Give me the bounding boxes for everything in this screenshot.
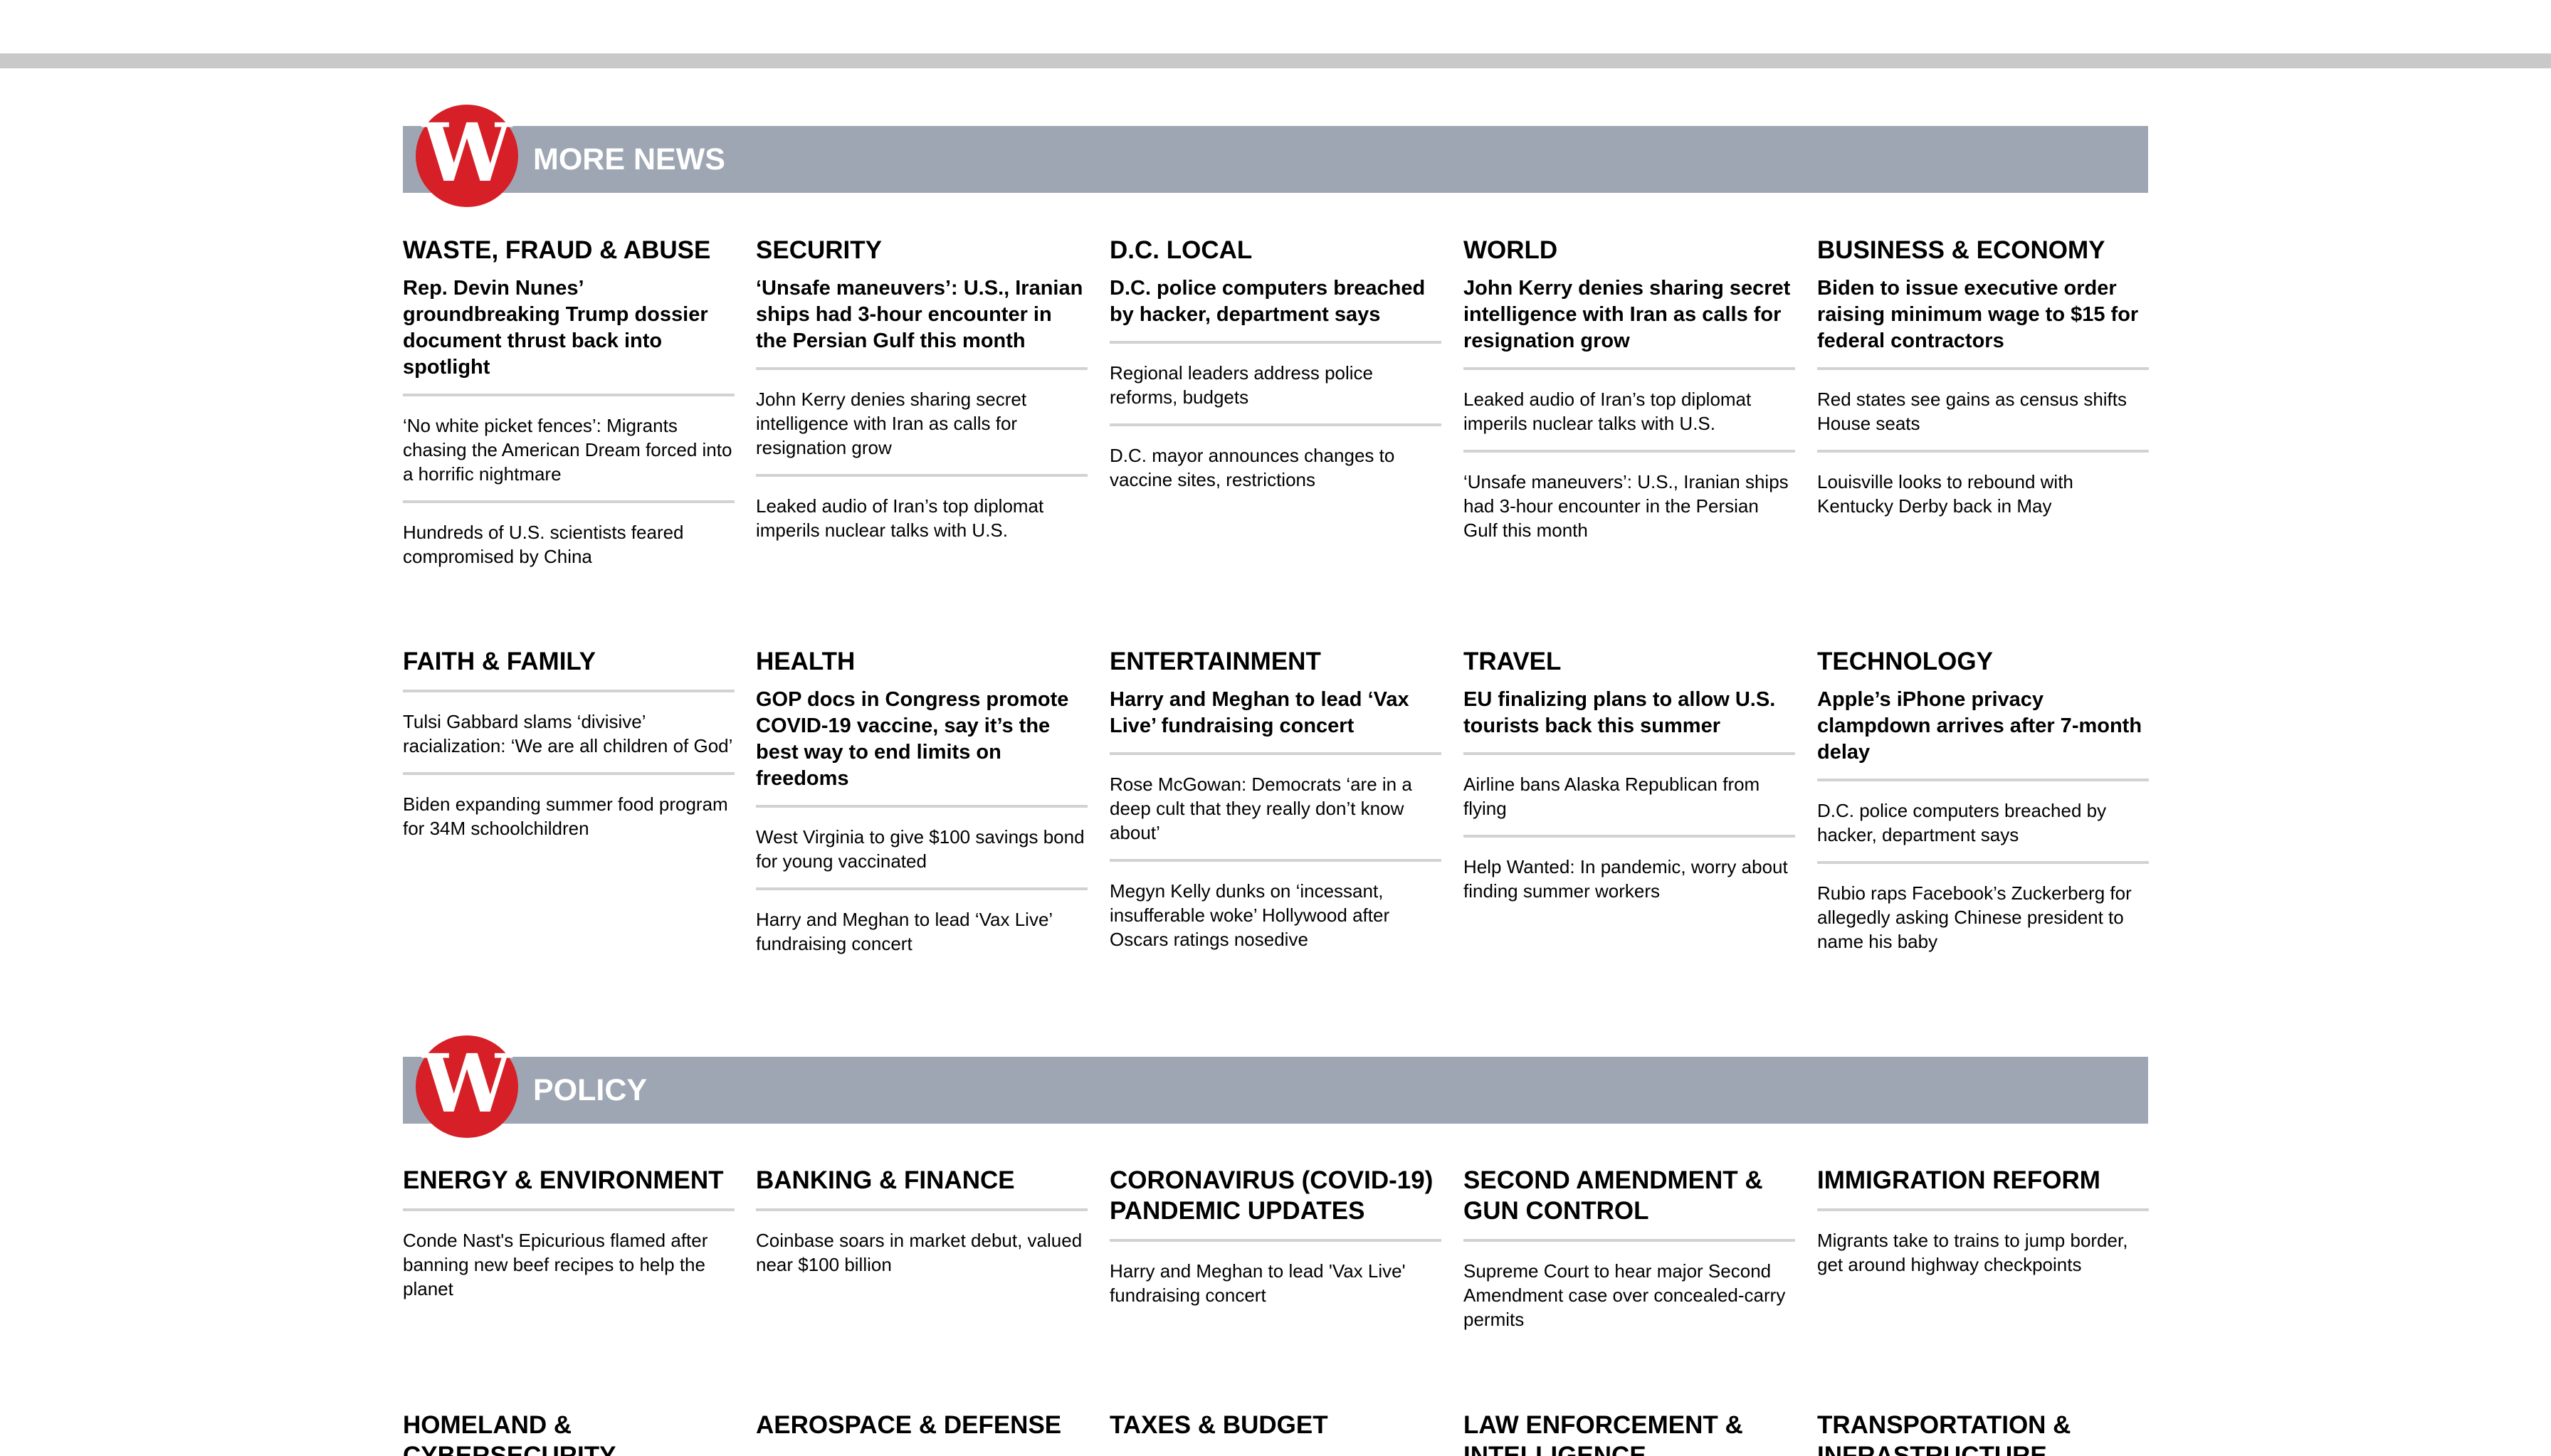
- category-link[interactable]: BANKING & FINANCE: [756, 1165, 1088, 1211]
- news-column-security: SECURITY ‘Unsafe maneuvers’: U.S., Irani…: [756, 235, 1088, 556]
- category-link[interactable]: HEALTH: [756, 646, 1088, 677]
- headline-item[interactable]: Airline bans Alaska Republican from flyi…: [1463, 755, 1795, 838]
- headline-item[interactable]: West Virginia to give $100 savings bond …: [756, 808, 1088, 890]
- headline-item[interactable]: Louisville looks to rebound with Kentuck…: [1817, 453, 2149, 532]
- logo-letter: W: [422, 107, 512, 200]
- headline-item[interactable]: Regional leaders address police reforms,…: [1110, 344, 1441, 426]
- headline-item[interactable]: Rubio raps Facebook’s Zuckerberg for all…: [1817, 864, 2149, 968]
- policy-column-second-amendment: SECOND AMENDMENT & GUN CONTROL Supreme C…: [1463, 1165, 1795, 1346]
- category-link[interactable]: TAXES & BUDGET: [1110, 1410, 1441, 1440]
- category-link[interactable]: TRAVEL: [1463, 646, 1795, 677]
- policy-column-taxes: TAXES & BUDGET: [1110, 1410, 1441, 1440]
- section-title: MORE NEWS: [533, 142, 725, 176]
- headline-item[interactable]: Harry and Meghan to lead ‘Vax Live’ fund…: [756, 890, 1088, 970]
- category-link[interactable]: WORLD: [1463, 235, 1795, 265]
- headline-item[interactable]: Leaked audio of Iran’s top diplomat impe…: [1463, 370, 1795, 453]
- policy-column-law-enforcement: LAW ENFORCEMENT & INTELLIGENCE: [1463, 1410, 1795, 1456]
- headline-item[interactable]: John Kerry denies sharing secret intelli…: [756, 370, 1088, 477]
- category-link[interactable]: WASTE, FRAUD & ABUSE: [403, 235, 735, 265]
- headline-item[interactable]: Biden expanding summer food program for …: [403, 775, 735, 855]
- category-link[interactable]: TRANSPORTATION & INFRASTRUCTURE: [1817, 1410, 2149, 1456]
- news-column-dc-local: D.C. LOCAL D.C. police computers breache…: [1110, 235, 1441, 506]
- lead-headline[interactable]: EU finalizing plans to allow U.S. touris…: [1463, 687, 1795, 755]
- headline-item[interactable]: Harry and Meghan to lead 'Vax Live' fund…: [1110, 1242, 1441, 1322]
- category-link[interactable]: TECHNOLOGY: [1817, 646, 2149, 677]
- category-link[interactable]: FAITH & FAMILY: [403, 646, 735, 692]
- headline-item[interactable]: Megyn Kelly dunks on ‘incessant, insuffe…: [1110, 862, 1441, 966]
- news-column-world: WORLD John Kerry denies sharing secret i…: [1463, 235, 1795, 556]
- headline-item[interactable]: ‘No white picket fences’: Migrants chasi…: [403, 396, 735, 503]
- lead-headline[interactable]: Apple’s iPhone privacy clampdown arrives…: [1817, 687, 2149, 781]
- category-link[interactable]: LAW ENFORCEMENT & INTELLIGENCE: [1463, 1410, 1795, 1456]
- headline-item[interactable]: Leaked audio of Iran’s top diplomat impe…: [756, 477, 1088, 556]
- category-link[interactable]: ENTERTAINMENT: [1110, 646, 1441, 677]
- news-column-technology: TECHNOLOGY Apple’s iPhone privacy clampd…: [1817, 646, 2149, 968]
- lead-headline[interactable]: GOP docs in Congress promote COVID-19 va…: [756, 687, 1088, 808]
- category-link[interactable]: D.C. LOCAL: [1110, 235, 1441, 265]
- section-title: POLICY: [533, 1073, 648, 1107]
- news-column-waste: WASTE, FRAUD & ABUSE Rep. Devin Nunes’ g…: [403, 235, 735, 583]
- headline-item[interactable]: Conde Nast's Epicurious flamed after ban…: [403, 1211, 735, 1315]
- washington-times-logo[interactable]: W: [416, 105, 518, 207]
- headline-item[interactable]: Rose McGowan: Democrats ‘are in a deep c…: [1110, 755, 1441, 862]
- headline-item[interactable]: Red states see gains as census shifts Ho…: [1817, 370, 2149, 453]
- headline-item[interactable]: D.C. police computers breached by hacker…: [1817, 781, 2149, 864]
- headline-item[interactable]: Help Wanted: In pandemic, worry about fi…: [1463, 838, 1795, 917]
- category-link[interactable]: SECOND AMENDMENT & GUN CONTROL: [1463, 1165, 1795, 1242]
- headline-item[interactable]: Tulsi Gabbard slams ‘divisive’ racializa…: [403, 692, 735, 775]
- more-news-header: W MORE NEWS: [403, 105, 2148, 207]
- lead-headline[interactable]: Biden to issue executive order raising m…: [1817, 275, 2149, 370]
- news-column-entertainment: ENTERTAINMENT Harry and Meghan to lead ‘…: [1110, 646, 1441, 966]
- category-link[interactable]: AEROSPACE & DEFENSE: [756, 1410, 1088, 1440]
- headline-item[interactable]: Hundreds of U.S. scientists feared compr…: [403, 503, 735, 583]
- policy-column-aerospace: AEROSPACE & DEFENSE: [756, 1410, 1088, 1440]
- news-column-health: HEALTH GOP docs in Congress promote COVI…: [756, 646, 1088, 970]
- policy-column-coronavirus: CORONAVIRUS (COVID-19) PANDEMIC UPDATES …: [1110, 1165, 1441, 1322]
- logo-letter: W: [422, 1038, 512, 1131]
- headline-item[interactable]: Supreme Court to hear major Second Amend…: [1463, 1242, 1795, 1346]
- category-link[interactable]: HOMELAND & CYBERSECURITY: [403, 1410, 735, 1456]
- category-link[interactable]: SECURITY: [756, 235, 1088, 265]
- category-link[interactable]: ENERGY & ENVIRONMENT: [403, 1165, 735, 1211]
- lead-headline[interactable]: ‘Unsafe maneuvers’: U.S., Iranian ships …: [756, 275, 1088, 370]
- lead-headline[interactable]: Rep. Devin Nunes’ groundbreaking Trump d…: [403, 275, 735, 396]
- category-link[interactable]: CORONAVIRUS (COVID-19) PANDEMIC UPDATES: [1110, 1165, 1441, 1242]
- washington-times-logo[interactable]: W: [416, 1035, 518, 1138]
- top-divider-bar: [0, 53, 2551, 68]
- policy-header: W POLICY: [403, 1035, 2148, 1138]
- headline-item[interactable]: ‘Unsafe maneuvers’: U.S., Iranian ships …: [1463, 453, 1795, 556]
- lead-headline[interactable]: D.C. police computers breached by hacker…: [1110, 275, 1441, 344]
- policy-column-banking: BANKING & FINANCE Coinbase soars in mark…: [756, 1165, 1088, 1291]
- headline-item[interactable]: D.C. mayor announces changes to vaccine …: [1110, 426, 1441, 506]
- category-link[interactable]: BUSINESS & ECONOMY: [1817, 235, 2149, 265]
- headline-item[interactable]: Migrants take to trains to jump border, …: [1817, 1211, 2149, 1291]
- headline-item[interactable]: Coinbase soars in market debut, valued n…: [756, 1211, 1088, 1291]
- policy-column-homeland: HOMELAND & CYBERSECURITY: [403, 1410, 735, 1456]
- policy-column-energy: ENERGY & ENVIRONMENT Conde Nast's Epicur…: [403, 1165, 735, 1315]
- news-column-faith-family: FAITH & FAMILY Tulsi Gabbard slams ‘divi…: [403, 646, 735, 855]
- news-column-travel: TRAVEL EU finalizing plans to allow U.S.…: [1463, 646, 1795, 917]
- category-link[interactable]: IMMIGRATION REFORM: [1817, 1165, 2149, 1211]
- news-column-business: BUSINESS & ECONOMY Biden to issue execut…: [1817, 235, 2149, 532]
- lead-headline[interactable]: John Kerry denies sharing secret intelli…: [1463, 275, 1795, 370]
- policy-column-immigration: IMMIGRATION REFORM Migrants take to trai…: [1817, 1165, 2149, 1291]
- lead-headline[interactable]: Harry and Meghan to lead ‘Vax Live’ fund…: [1110, 687, 1441, 755]
- policy-column-transportation: TRANSPORTATION & INFRASTRUCTURE: [1817, 1410, 2149, 1456]
